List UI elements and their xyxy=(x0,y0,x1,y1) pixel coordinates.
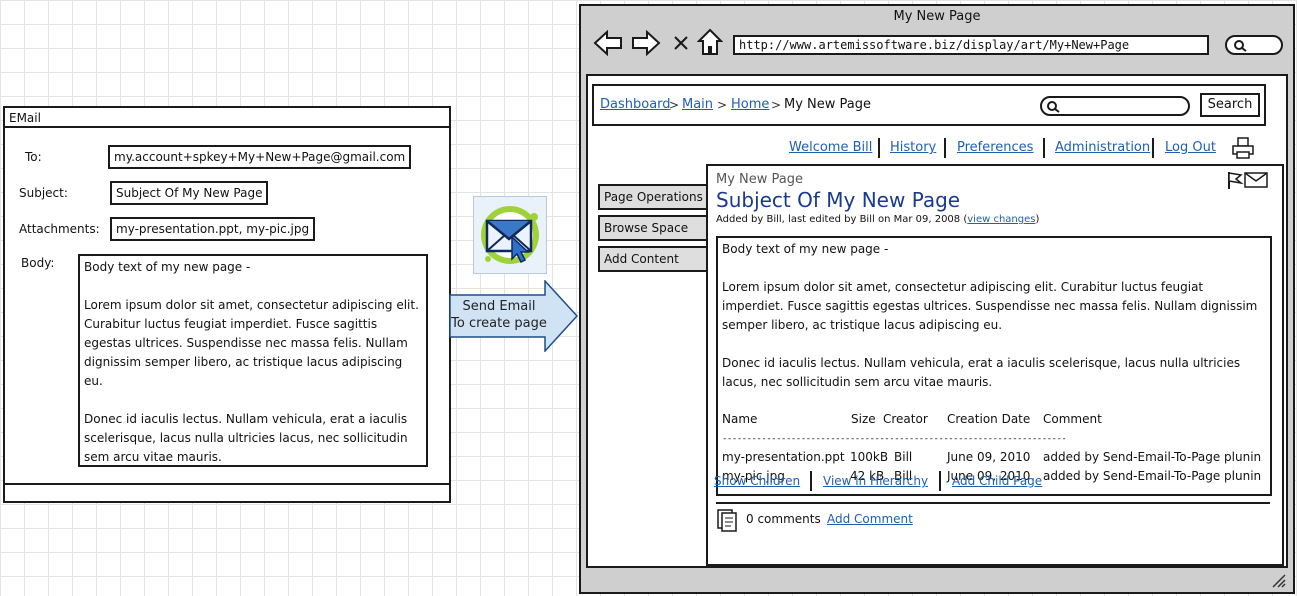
attachments-label: Attachments: xyxy=(19,222,100,236)
email-body-paragraph: Donec id iaculis lectus. Nullam vehicula… xyxy=(84,412,408,464)
breadcrumb-bar: Dashboard > Main > Home > My New Page Se… xyxy=(592,84,1266,126)
email-body-paragraph: Body text of my new page - xyxy=(84,260,251,274)
comments-count: 0 comments xyxy=(746,512,821,526)
browser-title: My New Page xyxy=(893,9,981,24)
arrow-label-line2: To create page xyxy=(451,316,547,331)
content-panel: My New Page Subject Of My New Page Added… xyxy=(706,164,1284,566)
column-header-size: Size xyxy=(851,412,876,426)
page-meta-text: Added by Bill, last edited by Bill on Ma… xyxy=(716,214,968,225)
column-header-comment: Comment xyxy=(1043,412,1102,426)
menu-history[interactable]: History xyxy=(890,140,936,155)
page-meta: Added by Bill, last edited by Bill on Ma… xyxy=(716,214,1039,225)
breadcrumb-separator: > xyxy=(717,98,728,112)
link-divider xyxy=(939,471,941,491)
content-paragraph: Body text of my new page - xyxy=(722,242,889,256)
content-paragraph: Lorem ipsum dolor sit amet, consectetur … xyxy=(722,280,1258,332)
view-in-hierarchy-link[interactable]: View in Hierarchy xyxy=(823,474,928,488)
comments-icon xyxy=(717,509,737,532)
menu-divider xyxy=(1152,138,1154,158)
printer-icon[interactable] xyxy=(1231,136,1255,160)
sidebar-page-operations[interactable]: Page Operations xyxy=(598,184,710,210)
breadcrumb-separator: > xyxy=(771,98,782,112)
email-window: EMail To: my.account+spkey+My+New+Page@g… xyxy=(3,106,451,503)
menu-divider xyxy=(944,138,946,158)
page-search-input[interactable] xyxy=(1040,96,1190,116)
menu-divider xyxy=(1043,138,1045,158)
attachment-comment: added by Send-Email-To-Page plunin xyxy=(1043,469,1262,483)
email-icon[interactable] xyxy=(1244,172,1268,188)
forward-arrow-icon[interactable] xyxy=(631,30,661,56)
search-icon xyxy=(1047,101,1060,113)
sidebar-add-content[interactable]: Add Content xyxy=(598,246,710,272)
column-header-creation-date: Creation Date xyxy=(947,412,1031,426)
breadcrumb-separator: > xyxy=(669,98,680,112)
attachment-date: June 09, 2010 xyxy=(947,450,1031,464)
menu-welcome-bill[interactable]: Welcome Bill xyxy=(789,140,872,155)
browser-status-bar xyxy=(581,568,1293,592)
breadcrumb-main[interactable]: Main xyxy=(682,97,713,112)
menu-divider xyxy=(878,138,880,158)
to-field[interactable]: my.account+spkey+My+New+Page@gmail.com xyxy=(108,145,412,169)
attachment-comment: added by Send-Email-To-Page plunin xyxy=(1043,450,1262,464)
menu-administration[interactable]: Administration xyxy=(1055,140,1150,155)
breadcrumb-dashboard[interactable]: Dashboard xyxy=(600,97,671,112)
breadcrumb-home[interactable]: Home xyxy=(731,97,769,112)
view-changes-link[interactable]: view changes xyxy=(967,214,1035,225)
mail-envelope-cursor-icon[interactable] xyxy=(473,196,547,274)
email-window-title: EMail xyxy=(5,108,449,128)
attachment-name[interactable]: my-presentation.ppt xyxy=(722,448,845,467)
email-footer-divider xyxy=(5,483,449,485)
attachments-field[interactable]: my-presentation.ppt, my-pic.jpg xyxy=(110,217,316,241)
column-header-name: Name xyxy=(722,412,758,426)
to-label: To: xyxy=(25,150,42,164)
send-email-arrow: Send Email To create page xyxy=(449,280,579,352)
flag-icon[interactable] xyxy=(1226,170,1244,190)
link-divider xyxy=(810,471,812,491)
menu-preferences[interactable]: Preferences xyxy=(957,140,1033,155)
url-bar[interactable]: http://www.artemissoftware.biz/display/a… xyxy=(733,35,1209,55)
column-header-creator: Creator xyxy=(883,412,928,426)
resize-grip-icon[interactable] xyxy=(1271,574,1287,588)
browser-window: My New Page http://www.artemissoftware.b… xyxy=(579,4,1295,594)
home-icon[interactable] xyxy=(697,28,723,56)
page-meta-suffix: ) xyxy=(1035,214,1040,225)
show-children-link[interactable]: Show Children xyxy=(714,474,800,488)
breadcrumb-current: My New Page xyxy=(784,97,872,112)
search-icon xyxy=(1234,40,1247,52)
browser-search-field[interactable] xyxy=(1225,35,1283,55)
table-rule: ----------------------------------------… xyxy=(722,434,1067,444)
add-child-page-link[interactable]: Add Child Page xyxy=(952,474,1042,488)
subject-label: Subject: xyxy=(19,186,68,200)
attachment-size: 100kB xyxy=(850,450,889,464)
page-title: Subject Of My New Page xyxy=(716,188,961,212)
add-comment-link[interactable]: Add Comment xyxy=(827,512,913,526)
search-button[interactable]: Search xyxy=(1200,93,1260,117)
body-label: Body: xyxy=(21,256,55,270)
sidebar-browse-space[interactable]: Browse Space xyxy=(598,215,710,241)
back-arrow-icon[interactable] xyxy=(593,30,623,56)
menu-log-out[interactable]: Log Out xyxy=(1165,140,1216,155)
page-content-box: Body text of my new page - Lorem ipsum d… xyxy=(716,236,1272,496)
page-space-name: My New Page xyxy=(716,172,804,187)
email-body-paragraph: Lorem ipsum dolor sit amet, consectetur … xyxy=(84,298,419,388)
attachment-creator: Bill xyxy=(894,450,913,464)
page-area: Dashboard > Main > Home > My New Page Se… xyxy=(586,74,1288,568)
stop-icon[interactable] xyxy=(673,34,689,52)
subject-field[interactable]: Subject Of My New Page xyxy=(110,181,269,205)
comments-divider xyxy=(716,502,1270,504)
email-body-field[interactable]: Body text of my new page - Lorem ipsum d… xyxy=(78,254,428,467)
arrow-label-line1: Send Email xyxy=(462,299,536,314)
content-paragraph: Donec id iaculis lectus. Nullam vehicula… xyxy=(722,356,1241,389)
